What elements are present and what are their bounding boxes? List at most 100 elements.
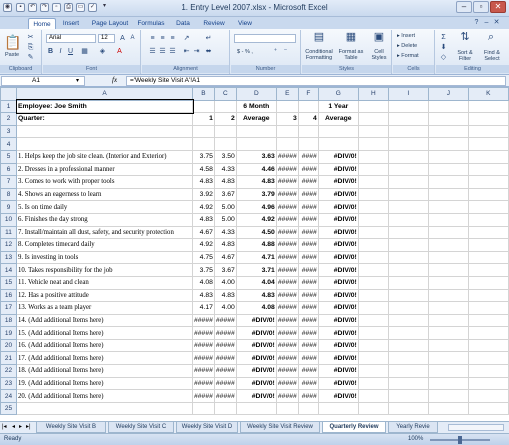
cell-b[interactable]: 3.92 bbox=[192, 187, 215, 202]
empty-cell[interactable] bbox=[357, 162, 389, 177]
cell-a[interactable]: 6. Finishes the day strong bbox=[16, 212, 193, 227]
sheet-tab[interactable]: Weekly Site Visit B bbox=[36, 422, 106, 433]
empty-cell[interactable] bbox=[387, 389, 429, 403]
tab-insert[interactable]: Insert bbox=[58, 18, 84, 29]
empty-cell[interactable] bbox=[357, 401, 389, 416]
cell-g[interactable]: #DIV/0! bbox=[317, 250, 359, 265]
empty-cell[interactable] bbox=[427, 250, 469, 265]
cell-a[interactable]: 17. (Add additional Items here) bbox=[16, 351, 193, 366]
cell-c[interactable]: ##### bbox=[213, 364, 237, 378]
cell-g[interactable]: #DIV/0! bbox=[317, 200, 359, 214]
empty-cell[interactable] bbox=[387, 313, 429, 328]
cell-f[interactable]: #### bbox=[297, 389, 319, 403]
empty-cell[interactable] bbox=[427, 225, 469, 240]
row-header[interactable]: 13 bbox=[0, 250, 17, 265]
empty-cell[interactable] bbox=[357, 187, 389, 202]
cell-d[interactable]: 4.50 bbox=[235, 225, 277, 240]
cell-c[interactable]: ##### bbox=[213, 313, 237, 328]
cell-e[interactable]: ##### bbox=[275, 200, 299, 214]
cell-f[interactable]: #### bbox=[297, 225, 319, 240]
cell-c[interactable]: 3.50 bbox=[213, 149, 237, 164]
cell-e[interactable]: ##### bbox=[275, 364, 299, 378]
empty-cell[interactable] bbox=[387, 162, 429, 177]
cell-b[interactable]: 3.75 bbox=[192, 149, 215, 164]
align-left-icon[interactable]: ☰ bbox=[148, 47, 157, 56]
empty-cell[interactable] bbox=[427, 263, 469, 277]
cell-g[interactable]: #DIV/0! bbox=[317, 313, 359, 328]
cell-e[interactable]: ##### bbox=[275, 263, 299, 277]
cell-b[interactable]: 4.67 bbox=[192, 225, 215, 240]
empty-cell[interactable] bbox=[357, 238, 389, 252]
cell-d[interactable]: 4.46 bbox=[235, 162, 277, 177]
empty-cell[interactable] bbox=[357, 149, 389, 164]
empty-cell[interactable] bbox=[467, 401, 509, 416]
close-icon[interactable]: ✕ bbox=[490, 1, 506, 13]
row-header[interactable]: 9 bbox=[0, 200, 17, 214]
empty-cell[interactable] bbox=[357, 364, 389, 378]
cell-e[interactable] bbox=[275, 124, 299, 139]
cell-e[interactable]: ##### bbox=[275, 313, 299, 328]
empty-cell[interactable] bbox=[387, 326, 429, 340]
sheet-nav-next-icon[interactable]: ▸ bbox=[19, 423, 22, 430]
cell-g[interactable]: #DIV/0! bbox=[317, 175, 359, 189]
cell-a[interactable] bbox=[16, 124, 193, 139]
insert-cells-button[interactable]: ▸ Insert bbox=[397, 33, 415, 39]
cell-d[interactable]: 4.83 bbox=[235, 175, 277, 189]
cell-c[interactable]: 5.00 bbox=[213, 200, 237, 214]
row-header[interactable]: 11 bbox=[0, 225, 17, 240]
cell-f[interactable]: #### bbox=[297, 376, 319, 391]
sheet-tab[interactable]: Weekly Site Visit C bbox=[108, 422, 174, 433]
empty-cell[interactable] bbox=[467, 225, 509, 240]
cell-b[interactable]: 3.75 bbox=[192, 263, 215, 277]
paste-icon[interactable]: 📋 bbox=[4, 34, 21, 50]
cell-b[interactable] bbox=[192, 124, 215, 139]
row-header[interactable]: 20 bbox=[0, 338, 17, 353]
cell-a[interactable] bbox=[16, 401, 193, 416]
row-header[interactable]: 1 bbox=[0, 99, 17, 114]
align-right-icon[interactable]: ☰ bbox=[168, 47, 177, 56]
cell-e[interactable]: ##### bbox=[275, 187, 299, 202]
empty-cell[interactable] bbox=[357, 313, 389, 328]
cell-b[interactable] bbox=[192, 137, 215, 151]
cell-b[interactable]: 1 bbox=[192, 112, 215, 126]
cell-g[interactable] bbox=[317, 401, 359, 416]
tab-view[interactable]: View bbox=[234, 18, 256, 29]
cell-a[interactable]: 12. Has a positive attitude bbox=[16, 288, 193, 303]
cell-e[interactable]: ##### bbox=[275, 275, 299, 290]
shrink-font-icon[interactable]: A bbox=[128, 34, 137, 43]
cell-c[interactable]: 3.67 bbox=[213, 187, 237, 202]
empty-cell[interactable] bbox=[357, 112, 389, 126]
cell-g[interactable]: #DIV/0! bbox=[317, 149, 359, 164]
row-header[interactable]: 21 bbox=[0, 351, 17, 366]
horizontal-scrollbar[interactable] bbox=[448, 424, 504, 431]
cell-e[interactable] bbox=[275, 99, 299, 114]
cell-c[interactable]: ##### bbox=[213, 376, 237, 391]
cell-f[interactable]: #### bbox=[297, 200, 319, 214]
cell-c[interactable]: 4.00 bbox=[213, 301, 237, 315]
empty-cell[interactable] bbox=[387, 149, 429, 164]
cell-e[interactable]: ##### bbox=[275, 162, 299, 177]
clear-icon[interactable]: ◇ bbox=[439, 53, 448, 62]
empty-cell[interactable] bbox=[357, 263, 389, 277]
row-header[interactable]: 14 bbox=[0, 263, 17, 277]
ribbon-close-icon[interactable]: ✕ bbox=[492, 18, 501, 27]
cell-e[interactable]: ##### bbox=[275, 326, 299, 340]
row-header[interactable]: 24 bbox=[0, 389, 17, 403]
cell-b[interactable]: ##### bbox=[192, 389, 215, 403]
column-header[interactable]: I bbox=[387, 87, 429, 101]
copy-icon[interactable]: ⎘ bbox=[26, 43, 35, 52]
cell-c[interactable]: ##### bbox=[213, 351, 237, 366]
number-format-select[interactable] bbox=[234, 34, 296, 43]
empty-cell[interactable] bbox=[427, 326, 469, 340]
column-header[interactable]: F bbox=[297, 87, 319, 101]
cell-f[interactable]: #### bbox=[297, 338, 319, 353]
empty-cell[interactable] bbox=[467, 137, 509, 151]
empty-cell[interactable] bbox=[357, 250, 389, 265]
cell-f[interactable] bbox=[297, 124, 319, 139]
empty-cell[interactable] bbox=[357, 124, 389, 139]
decrease-decimal-icon[interactable]: ⁻ bbox=[281, 47, 290, 56]
cell-b[interactable]: 4.92 bbox=[192, 238, 215, 252]
cut-icon[interactable]: ✂ bbox=[26, 33, 35, 42]
cell-styles-button[interactable]: Cell Styles bbox=[368, 49, 390, 61]
empty-cell[interactable] bbox=[467, 149, 509, 164]
